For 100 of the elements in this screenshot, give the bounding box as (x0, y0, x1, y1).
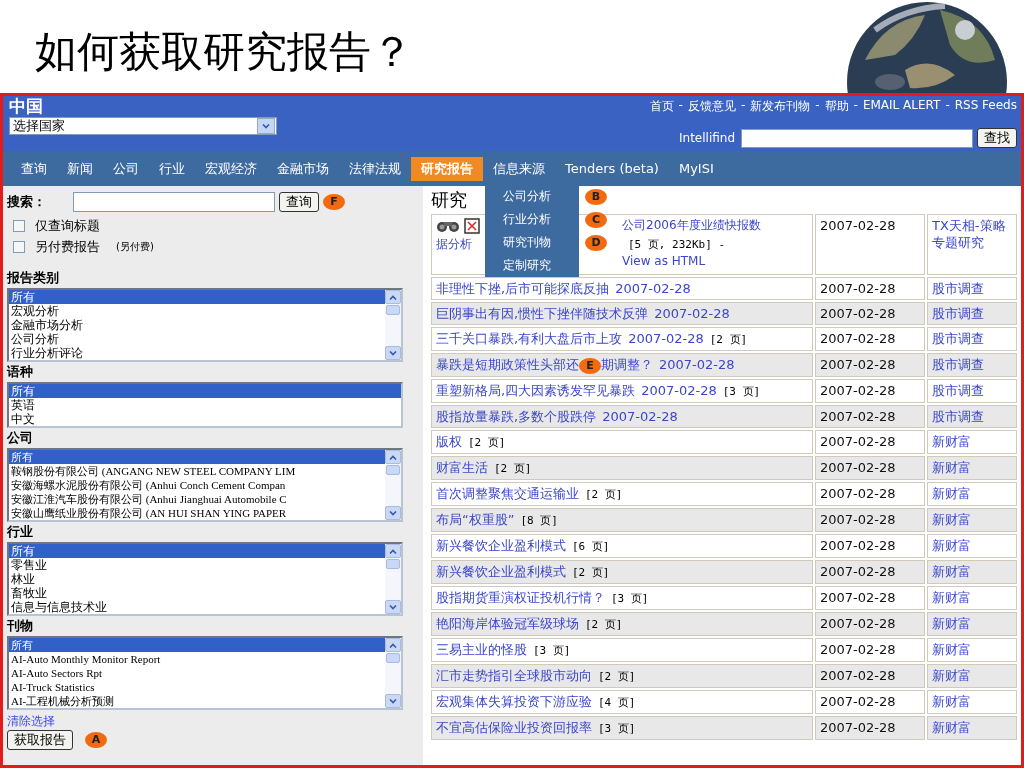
list-option[interactable]: 安徽海螺水泥股份有限公司 (Anhui Conch Cement Compan (9, 478, 385, 492)
source-link[interactable]: 股市调查 (927, 302, 1017, 325)
clear-selection-link[interactable]: 清除选择 (7, 714, 417, 728)
report-title-link[interactable]: 艳阳海岸体验冠军级球场 (436, 615, 579, 631)
source-link[interactable]: 新财富 (927, 507, 1017, 532)
scroll-thumb[interactable] (386, 305, 400, 315)
date-link[interactable]: 2007-02-28 (654, 306, 730, 321)
report-title-link[interactable]: 股指放量暴跌,多数个股跌停 (436, 408, 597, 424)
list-option[interactable]: 所有 (9, 384, 401, 398)
list-option[interactable]: 中文 (9, 412, 401, 426)
scroll-up-button[interactable] (385, 638, 401, 652)
source-link[interactable]: 股市调查 (927, 353, 1017, 377)
menu-item[interactable]: 行业分析 (485, 208, 579, 231)
scrollbar[interactable] (385, 450, 401, 520)
scroll-up-button[interactable] (385, 290, 401, 304)
list-option[interactable]: 所有 (9, 544, 385, 558)
report-title-link[interactable]: 首次调整聚焦交通运输业 (436, 485, 579, 501)
list-option[interactable]: 金融市场分析 (9, 318, 385, 332)
list-box[interactable]: 所有 宏观分析 金融市场分析 公司分析 行业分析评论 (7, 288, 403, 362)
menu-item[interactable]: 研究刊物 (485, 231, 579, 254)
checkbox[interactable] (13, 219, 25, 232)
get-report-button[interactable]: 获取报告 (7, 730, 73, 750)
report-title-link[interactable]: 新兴餐饮企业盈利模式 (436, 563, 566, 579)
header-link[interactable]: 新发布刊物 (750, 98, 811, 115)
report-title-link[interactable]: 财富生活 (436, 459, 488, 475)
list-box[interactable]: 所有 鞍钢股份有限公司 (ANGANG NEW STEEL COMPANY LIM 安徽海螺水泥股份有限公司 (Anhui Conch Cement Compan 安徽江淮汽车股份有限公司 (Anhui Jianghuai Automobile C 安徽山鹰纸业股份有限公司 (AN HUI SHAN YING PAPER (7, 448, 403, 522)
list-option[interactable]: AI-Auto Sectors Rpt (9, 666, 385, 680)
source-link[interactable]: 股市调查 (927, 327, 1017, 351)
list-option[interactable]: 畜牧业 (9, 586, 385, 600)
list-box[interactable]: 所有 AI-Auto Monthly Monitor Report AI-Auto Sectors Rpt AI-Truck Statistics AI-工程机械分析预测 (7, 636, 403, 710)
list-option[interactable]: AI-Auto Monthly Monitor Report (9, 652, 385, 666)
header-link[interactable]: 反馈意见 (687, 98, 736, 115)
nav-tab[interactable]: 金融市场 (267, 156, 339, 181)
menu-item[interactable]: 定制研究 (485, 254, 579, 277)
nav-tab[interactable]: 法律法规 (339, 156, 411, 181)
list-option[interactable]: AI-工程机械分析预测 (9, 694, 385, 708)
date-link[interactable]: 2007-02-28 (641, 382, 717, 398)
list-option[interactable]: 所有 (9, 638, 385, 652)
scrollbar[interactable] (385, 638, 401, 708)
source-link[interactable]: 新财富 (927, 715, 1017, 740)
scroll-thumb[interactable] (386, 559, 400, 569)
report-title-link[interactable]: 公司2006年度业绩快报数 (622, 217, 808, 234)
report-title-link[interactable]: 据分析 (436, 236, 486, 270)
list-option[interactable]: 鞍钢股份有限公司 (ANGANG NEW STEEL COMPANY LIM (9, 464, 385, 478)
scroll-thumb[interactable] (386, 465, 400, 475)
source-link[interactable]: 新财富 (927, 585, 1017, 610)
date-link[interactable]: 2007-02-28 (602, 408, 678, 424)
report-title-link[interactable]: 非理性下挫,后市可能探底反抽 (436, 281, 610, 296)
report-title-link[interactable]: 暴跌是短期政策性头部还 (436, 357, 579, 372)
nav-tab[interactable]: MyISI (668, 156, 724, 181)
source-link[interactable]: 新财富 (927, 559, 1017, 584)
list-option[interactable]: 所有 (9, 450, 385, 464)
list-option[interactable]: 安徽江淮汽车股份有限公司 (Anhui Jianghuai Automobile C (9, 492, 385, 506)
report-title-link[interactable]: 新兴餐饮企业盈利模式 (436, 537, 566, 553)
list-option[interactable]: 行业分析评论 (9, 346, 385, 360)
scroll-down-button[interactable] (385, 506, 401, 520)
list-option[interactable]: AI-Truck Statistics (9, 680, 385, 694)
view-html-link[interactable]: View as HTML (622, 254, 706, 268)
source-link[interactable]: 新财富 (927, 481, 1017, 506)
search-button[interactable]: 查询 (279, 192, 319, 212)
nav-tab[interactable]: Tenders (beta) (555, 156, 669, 181)
report-title-link[interactable]: 重塑新格局,四大因素诱发罕见暴跌 (436, 382, 636, 398)
nav-tab[interactable]: 行业 (149, 156, 195, 181)
list-box[interactable]: 所有 英语 中文 (7, 382, 403, 428)
report-title-link[interactable]: 版权 (436, 433, 462, 449)
source-link[interactable]: 股市调查 (927, 277, 1017, 300)
scroll-up-button[interactable] (385, 544, 401, 558)
scroll-down-button[interactable] (385, 346, 401, 360)
source-link[interactable]: 新财富 (927, 455, 1017, 480)
source-link[interactable]: 新财富 (927, 689, 1017, 714)
report-title-link[interactable]: 宏观集体失算投资下游应验 (436, 693, 592, 709)
list-option[interactable]: 英语 (9, 398, 401, 412)
scroll-down-button[interactable] (385, 694, 401, 708)
report-title-link[interactable]: 三易主业的怪股 (436, 641, 527, 657)
header-link[interactable]: RSS Feeds (954, 98, 1017, 115)
scroll-down-button[interactable] (385, 600, 401, 614)
source-link[interactable]: 新财富 (927, 429, 1017, 454)
source-link[interactable]: 股市调查 (927, 378, 1017, 403)
scrollbar[interactable] (385, 544, 401, 614)
nav-tab[interactable]: 信息来源 (483, 156, 555, 181)
report-title-link[interactable]: 布局“权重股” (436, 511, 515, 527)
report-title-link[interactable]: 不宜高估保险业投资回报率 (436, 719, 592, 735)
nav-tab[interactable]: 宏观经济 (195, 156, 267, 181)
header-link[interactable]: EMAIL ALERT (862, 98, 941, 115)
list-option[interactable]: 零售业 (9, 558, 385, 572)
scroll-thumb[interactable] (386, 653, 400, 663)
header-link[interactable]: 帮助 (824, 98, 849, 115)
search-field[interactable] (741, 128, 973, 148)
report-title-link[interactable]: 期调整？ (601, 357, 653, 372)
date-link[interactable]: 2007-02-28 (615, 281, 691, 296)
nav-tab[interactable]: 公司 (103, 156, 149, 181)
source-link[interactable]: 新财富 (927, 611, 1017, 636)
list-option[interactable]: 林业 (9, 572, 385, 586)
source-link[interactable]: 新财富 (927, 663, 1017, 688)
header-link[interactable]: 首页 (649, 98, 674, 115)
country-select[interactable]: 选择国家 (9, 117, 277, 135)
list-option[interactable]: 信息与信息技术业 (9, 600, 385, 614)
source-link[interactable]: 新财富 (927, 533, 1017, 558)
checkbox[interactable] (13, 240, 25, 253)
scroll-up-button[interactable] (385, 450, 401, 464)
